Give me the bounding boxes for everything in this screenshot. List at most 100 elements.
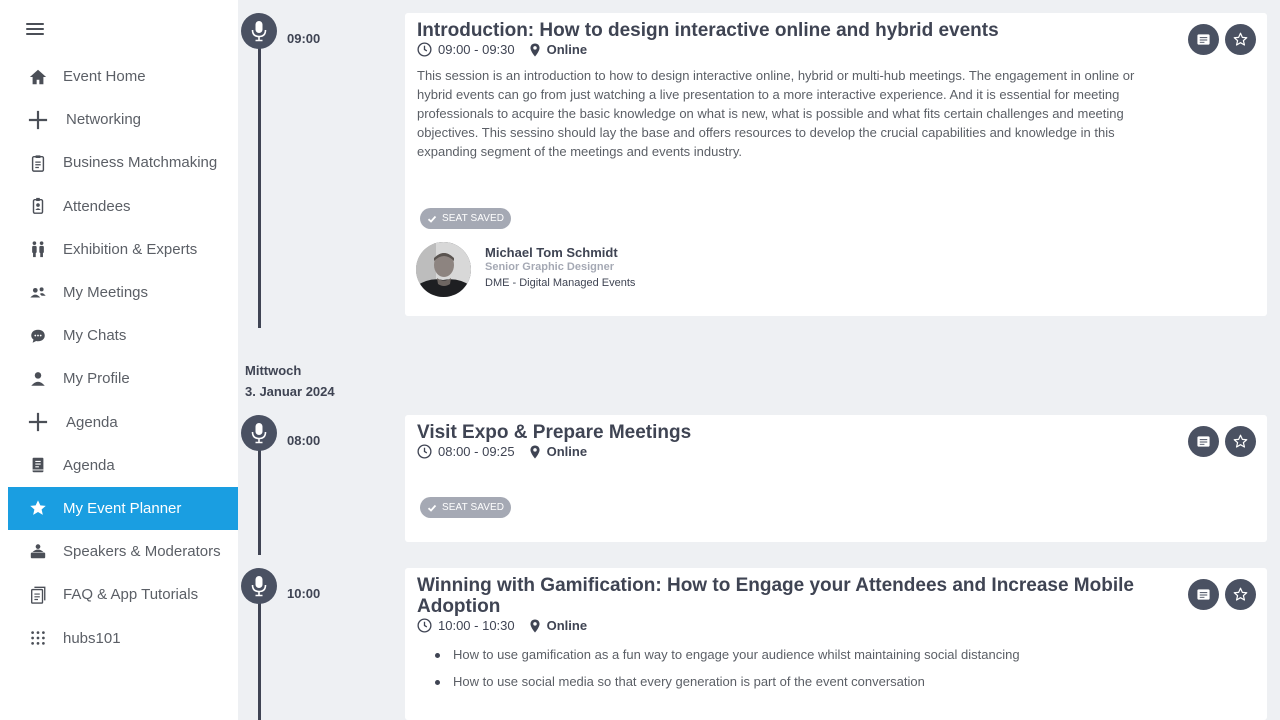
chat-icon (28, 326, 48, 346)
sidebar-item-label: Agenda (63, 456, 115, 474)
speaker-block[interactable]: Michael Tom Schmidt Senior Graphic Desig… (416, 242, 635, 297)
location-pin-icon (530, 444, 540, 459)
session-time: 09:00 (287, 31, 321, 46)
session-meta: 08:00 - 09:25 Online (417, 444, 587, 459)
sidebar-item-label: Event Home (63, 68, 146, 86)
speaker-organization: DME - Digital Managed Events (485, 277, 636, 289)
sidebar-item-label: My Event Planner (63, 499, 182, 517)
calendar-icon (1197, 436, 1210, 447)
session-card[interactable]: Winning with Gamification: How to Engage… (405, 568, 1267, 720)
sidebar-item-speakers-moderators[interactable]: Speakers & Moderators (8, 530, 238, 573)
speaker-name[interactable]: Michael Tom Schmidt (485, 245, 635, 260)
session-location-label: Online (546, 444, 588, 459)
speaker-info: Michael Tom Schmidt Senior Graphic Desig… (485, 242, 635, 297)
session-actions (1188, 24, 1256, 55)
book-icon (28, 455, 48, 475)
speaker-icon (28, 542, 48, 562)
clock-icon (417, 42, 432, 57)
sidebar: Event Home Networking Business Matchmaki… (0, 0, 238, 720)
people-icon (28, 239, 48, 259)
date-weekday: Mittwoch (245, 363, 302, 378)
session-location-label: Online (546, 42, 588, 57)
session-time: 08:00 (287, 433, 321, 448)
session-time-range: 08:00 - 09:25 (438, 444, 515, 459)
sidebar-item-my-chats[interactable]: My Chats (8, 314, 238, 357)
session-title[interactable]: Visit Expo & Prepare Meetings (417, 422, 1147, 443)
session-card[interactable]: Introduction: How to design interactive … (405, 13, 1267, 316)
calendar-icon (1197, 589, 1210, 600)
sidebar-item-agenda-add[interactable]: Agenda (8, 401, 238, 444)
sidebar-item-networking[interactable]: Networking (8, 98, 238, 141)
star-outline-icon (1233, 32, 1248, 46)
session-location-label: Online (546, 618, 588, 633)
favorite-button[interactable] (1225, 579, 1256, 610)
seat-saved-badge: SEAT SAVED (420, 497, 512, 518)
session-location: Online (529, 618, 587, 633)
date-day: 3. Januar 2024 (245, 384, 335, 399)
add-to-calendar-button[interactable] (1188, 426, 1219, 457)
speaker-avatar[interactable] (416, 242, 471, 297)
sidebar-item-attendees[interactable]: Attendees (8, 185, 238, 228)
menu-toggle-icon[interactable] (26, 20, 44, 38)
speaker-role: Senior Graphic Designer (485, 261, 614, 273)
sidebar-item-hubs101[interactable]: hubs101 (8, 616, 238, 659)
session-time-range: 10:00 - 10:30 (438, 618, 515, 633)
session-meta: 09:00 - 09:30 Online (417, 42, 587, 57)
session-actions (1188, 426, 1256, 457)
sidebar-nav: Event Home Networking Business Matchmaki… (8, 55, 238, 660)
plus-icon (28, 110, 48, 130)
star-outline-icon (1233, 434, 1248, 448)
sidebar-item-label: hubs101 (63, 629, 121, 647)
clipboard-icon (28, 153, 48, 173)
check-icon (427, 504, 437, 512)
location-pin-icon (530, 618, 540, 633)
sidebar-item-label: My Chats (63, 327, 127, 345)
seat-saved-badge: SEAT SAVED (420, 208, 512, 229)
add-to-calendar-button[interactable] (1188, 24, 1219, 55)
calendar-icon (1197, 34, 1210, 45)
favorite-button[interactable] (1225, 24, 1256, 55)
badge-label: SEAT SAVED (442, 502, 505, 513)
badge-label: SEAT SAVED (442, 213, 505, 224)
plus-icon (28, 412, 48, 432)
sidebar-item-label: My Meetings (63, 284, 149, 302)
add-to-calendar-button[interactable] (1188, 579, 1219, 610)
sidebar-item-exhibition-experts[interactable]: Exhibition & Experts (8, 228, 238, 271)
sidebar-item-my-meetings[interactable]: My Meetings (8, 271, 238, 314)
clock-icon (417, 618, 432, 633)
user-icon (28, 369, 48, 389)
session-description: This session is an introduction to how t… (417, 68, 1135, 159)
microphone-icon (241, 415, 277, 451)
session-title[interactable]: Winning with Gamification: How to Engage… (417, 575, 1147, 617)
sidebar-item-event-home[interactable]: Event Home (8, 55, 238, 98)
star-icon (28, 498, 48, 518)
microphone-icon (241, 13, 277, 49)
sidebar-item-business-matchmaking[interactable]: Business Matchmaking (8, 141, 238, 184)
session-location: Online (529, 444, 587, 459)
sidebar-item-label: Exhibition & Experts (63, 240, 198, 258)
faq-icon (28, 585, 48, 605)
sidebar-item-label: FAQ & App Tutorials (63, 586, 199, 604)
sidebar-item-my-event-planner[interactable]: My Event Planner (8, 486, 238, 531)
session-actions (1188, 579, 1256, 610)
session-card[interactable]: Visit Expo & Prepare Meetings 08:00 - 09… (405, 415, 1267, 542)
sidebar-item-agenda[interactable]: Agenda (8, 444, 238, 487)
check-icon (427, 215, 437, 223)
clock-icon (417, 444, 432, 459)
session-bullets: How to use gamification as a fun way to … (435, 646, 1020, 700)
meetings-icon (28, 283, 48, 303)
favorite-button[interactable] (1225, 426, 1256, 457)
badge-icon (28, 196, 48, 216)
home-icon (28, 67, 48, 87)
sidebar-item-label: Business Matchmaking (63, 154, 218, 172)
grid-icon (28, 628, 48, 648)
sidebar-item-faq-tutorials[interactable]: FAQ & App Tutorials (8, 573, 238, 616)
session-title[interactable]: Introduction: How to design interactive … (417, 20, 1147, 41)
star-outline-icon (1233, 587, 1248, 601)
sidebar-item-my-profile[interactable]: My Profile (8, 357, 238, 400)
sidebar-item-label: My Profile (63, 370, 130, 388)
date-heading: Mittwoch 3. Januar 2024 (245, 360, 335, 402)
sidebar-item-label: Attendees (63, 197, 131, 215)
session-location: Online (529, 42, 587, 57)
session-time-range: 09:00 - 09:30 (438, 42, 515, 57)
